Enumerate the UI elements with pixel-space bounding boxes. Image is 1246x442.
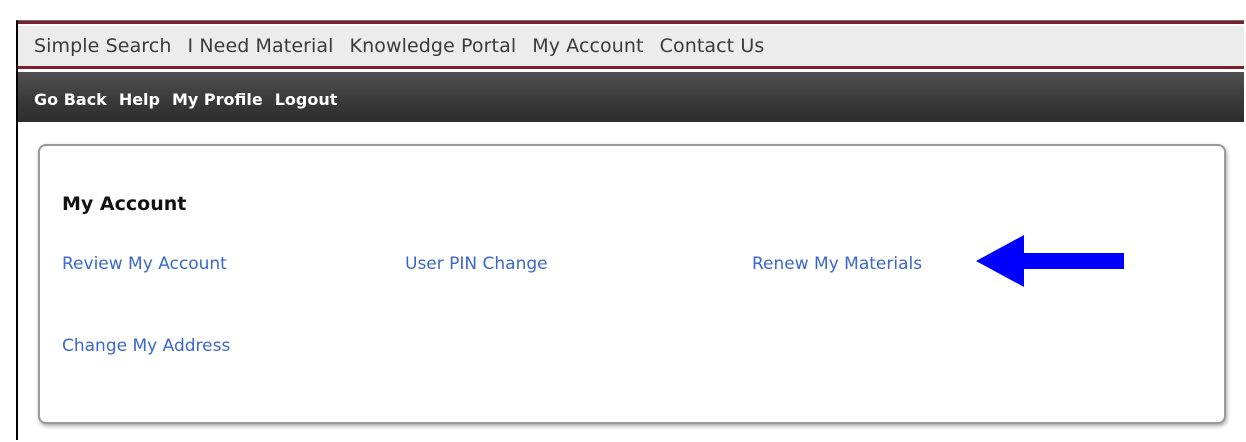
top-accent-line — [18, 21, 1244, 24]
renew-my-materials-link[interactable]: Renew My Materials — [752, 254, 922, 274]
panel-title: My Account — [62, 193, 187, 215]
nav-i-need-material[interactable]: I Need Material — [188, 35, 334, 57]
nav-contact-us[interactable]: Contact Us — [660, 35, 765, 57]
review-my-account-link[interactable]: Review My Account — [62, 254, 227, 274]
change-my-address-link[interactable]: Change My Address — [62, 336, 230, 356]
go-back-link[interactable]: Go Back — [34, 90, 107, 109]
help-link[interactable]: Help — [119, 90, 160, 109]
my-account-panel: My Account Review My Account User PIN Ch… — [38, 144, 1226, 424]
nav-simple-search[interactable]: Simple Search — [34, 35, 172, 57]
nav-my-account[interactable]: My Account — [532, 35, 643, 57]
my-profile-link[interactable]: My Profile — [172, 90, 263, 109]
top-navigation: Simple Search I Need Material Knowledge … — [18, 26, 1244, 69]
user-pin-change-link[interactable]: User PIN Change — [405, 254, 548, 274]
app-frame: Simple Search I Need Material Knowledge … — [16, 20, 1244, 440]
nav-knowledge-portal[interactable]: Knowledge Portal — [350, 35, 517, 57]
left-arrow-icon — [976, 235, 1124, 287]
secondary-navigation: Go Back Help My Profile Logout — [18, 72, 1244, 122]
logout-link[interactable]: Logout — [275, 90, 338, 109]
